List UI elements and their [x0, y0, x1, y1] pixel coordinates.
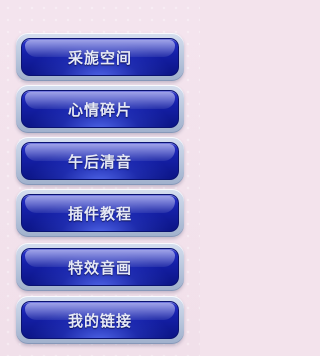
menu-button-label: 插件教程: [67, 204, 132, 223]
menu-button-label: 特效音画: [67, 258, 132, 277]
menu-button-links[interactable]: 我的链接: [16, 296, 184, 344]
menu-button-label: 我的链接: [67, 311, 132, 330]
menu-button-tutorial[interactable]: 插件教程: [16, 189, 184, 237]
menu-button-label: 采旎空间: [67, 48, 132, 67]
menu-button-label: 午后清音: [67, 152, 132, 171]
menu-button-music[interactable]: 午后清音: [16, 137, 184, 185]
nav-menu: 采旎空间 心情碎片 午后清音 插件教程 特效音画 我的链接: [0, 0, 200, 356]
menu-button-label: 心情碎片: [67, 100, 132, 119]
menu-button-effects[interactable]: 特效音画: [16, 243, 184, 291]
menu-button-space[interactable]: 采旎空间: [16, 33, 184, 81]
menu-button-mood[interactable]: 心情碎片: [16, 85, 184, 133]
